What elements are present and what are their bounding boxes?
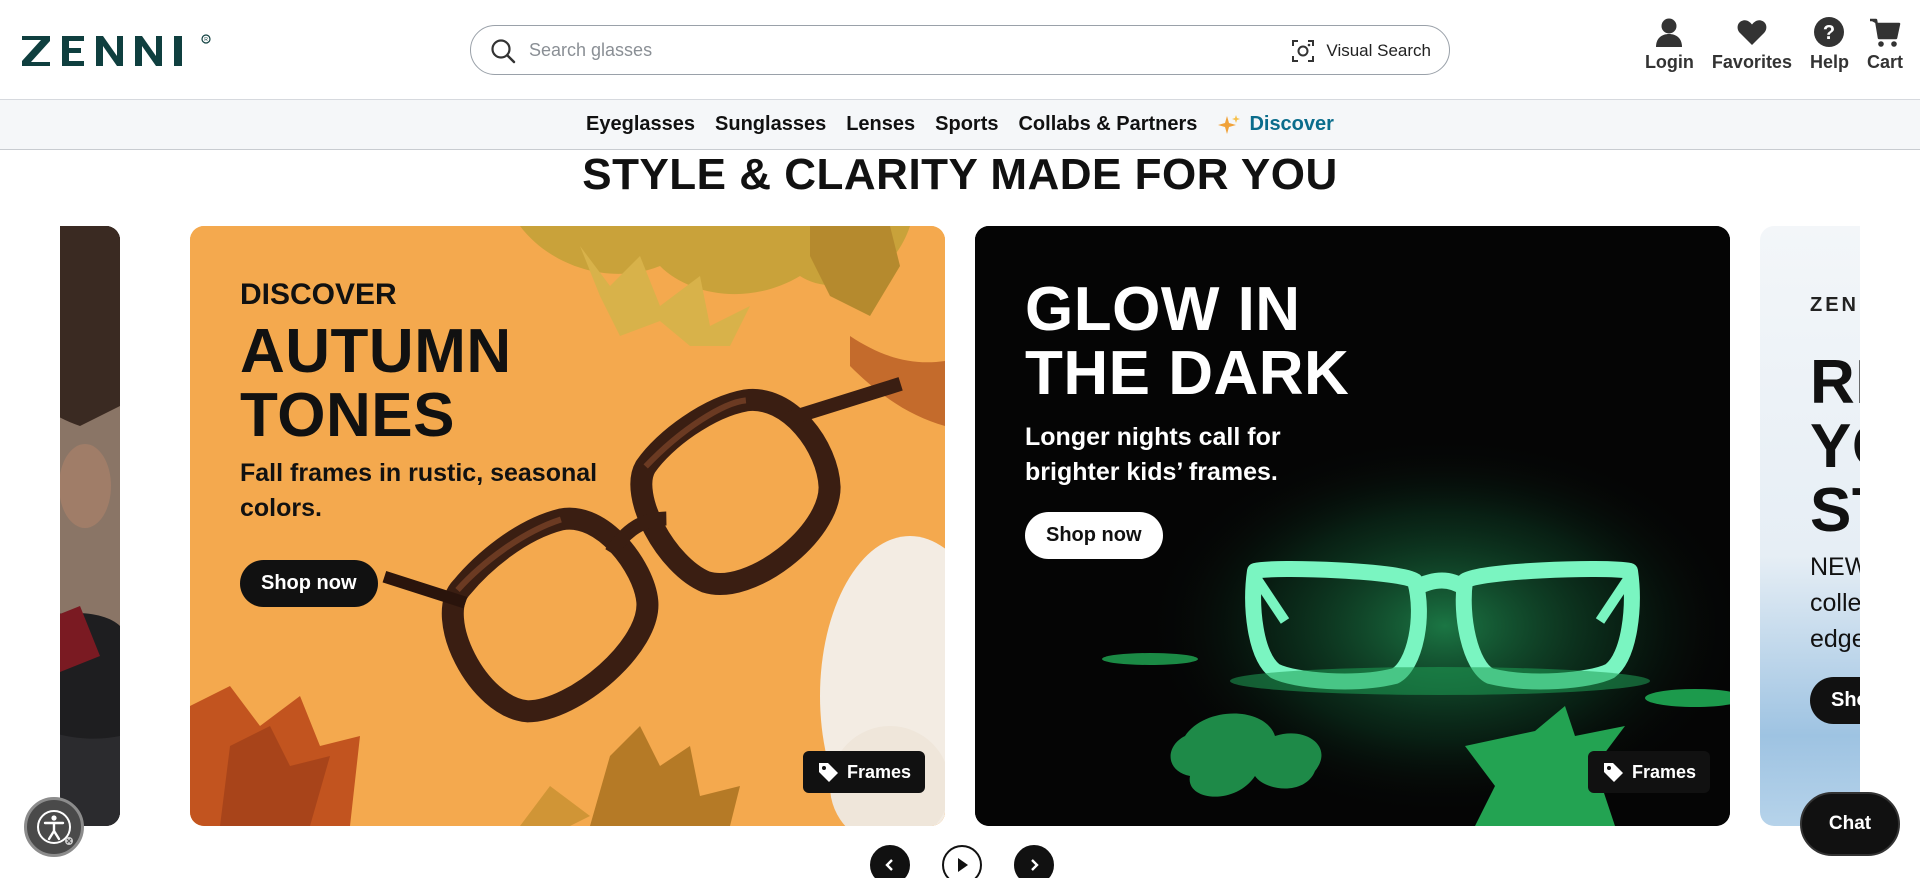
favorites-label: Favorites <box>1711 52 1792 72</box>
autumn-subtitle-line2: colors. <box>240 494 322 522</box>
glow-shop-now-button[interactable]: Shop now <box>1025 512 1163 559</box>
search-icon[interactable] <box>489 37 517 65</box>
carousel-card-previous[interactable] <box>60 226 120 826</box>
visual-search-label: Visual Search <box>1326 41 1431 60</box>
user-icon <box>1656 18 1683 47</box>
next-text-block: RE YO ST NEW colle edge Sho <box>1810 351 1860 724</box>
help-label: Help <box>1809 52 1849 72</box>
accessibility-icon <box>37 810 73 845</box>
nav-discover[interactable]: Discover <box>1217 113 1334 137</box>
autumn-frames-label: Frames <box>847 761 912 782</box>
nav-sports[interactable]: Sports <box>935 113 998 136</box>
sparkle-icon <box>1218 114 1241 134</box>
next-card-brand: ZENNI <box>1810 294 1860 316</box>
autumn-eyebrow: DISCOVER <box>240 278 397 311</box>
glow-subtitle-line2: brighter kids’ frames. <box>1025 458 1278 486</box>
login-button[interactable]: Login <box>1636 16 1703 73</box>
site-header: R Visual Search Login <box>0 0 1920 100</box>
autumn-subtitle-line1: Fall frames in rustic, seasonal <box>240 459 598 487</box>
page-title: STYLE & CLARITY MADE FOR YOU <box>582 150 1338 199</box>
glow-frames-tag[interactable]: Frames <box>1588 751 1711 793</box>
main-nav: Eyeglasses Sunglasses Lenses Sports Coll… <box>0 100 1920 150</box>
next-title-line1: RE <box>1810 348 1860 417</box>
autumn-title-line2: TONES <box>240 381 455 450</box>
accessibility-button[interactable] <box>24 797 84 857</box>
search-input[interactable] <box>529 36 1229 64</box>
cart-label: Cart <box>1866 52 1903 72</box>
autumn-shop-now-button[interactable]: Shop now <box>240 560 378 607</box>
nav-discover-label: Discover <box>1249 113 1334 135</box>
carousel-play-button[interactable] <box>942 845 982 878</box>
cart-button[interactable]: Cart <box>1858 16 1912 73</box>
next-title-line2: YO <box>1810 412 1860 481</box>
glow-title-line1: GLOW IN <box>1025 275 1301 344</box>
glow-title-line2: THE DARK <box>1025 339 1350 408</box>
svg-text:?: ? <box>1823 22 1835 44</box>
cart-icon <box>1869 18 1901 47</box>
carousel-controls <box>870 845 1054 878</box>
nav-sunglasses[interactable]: Sunglasses <box>715 113 826 136</box>
autumn-title-line1: AUTUMN <box>240 317 512 386</box>
carousel-card-next[interactable]: ZENNI RE YO ST NEW colle edge Sho <box>1760 226 1860 826</box>
carousel-card-autumn-tones[interactable]: DISCOVER AUTUMN TONES Fall frames in rus… <box>190 226 945 826</box>
nav-lenses[interactable]: Lenses <box>846 113 915 136</box>
play-icon <box>958 858 968 872</box>
heart-icon <box>1737 20 1767 45</box>
chevron-left-icon <box>885 859 893 871</box>
help-icon: ? <box>1814 17 1845 47</box>
next-subtitle-line3: edge <box>1810 625 1860 653</box>
camera-scan-icon <box>1292 40 1315 62</box>
nav-eyeglasses[interactable]: Eyeglasses <box>586 113 695 136</box>
tag-icon <box>819 763 838 782</box>
glow-frames-label: Frames <box>1632 761 1697 782</box>
chat-button[interactable]: Chat <box>1800 792 1900 856</box>
next-title-line3: ST <box>1810 476 1860 545</box>
tag-icon <box>1604 763 1623 782</box>
search-bar: Visual Search <box>470 25 1450 75</box>
portrait-image <box>60 226 120 826</box>
promo-carousel[interactable]: DISCOVER AUTUMN TONES Fall frames in rus… <box>60 226 1860 826</box>
chevron-right-icon <box>1031 859 1039 871</box>
next-subtitle-line2: colle <box>1810 589 1860 617</box>
carousel-prev-button[interactable] <box>870 845 910 878</box>
login-label: Login <box>1644 52 1694 72</box>
svg-text:R: R <box>204 37 208 43</box>
next-subtitle-line1: NEW <box>1810 553 1860 581</box>
autumn-text-block: DISCOVER AUTUMN TONES Fall frames in rus… <box>240 278 597 607</box>
next-shop-now-button[interactable]: Sho <box>1810 677 1860 724</box>
header-actions: Login Favorites ? Help Cart <box>1636 16 1912 73</box>
glow-text-block: GLOW IN THE DARK Longer nights call for … <box>1025 278 1349 559</box>
favorites-button[interactable]: Favorites <box>1703 16 1801 73</box>
help-button[interactable]: ? Help <box>1801 16 1858 73</box>
nav-collabs-partners[interactable]: Collabs & Partners <box>1018 113 1197 136</box>
visual-search-button[interactable]: Visual Search <box>1290 36 1431 66</box>
autumn-frames-tag[interactable]: Frames <box>803 751 926 793</box>
glow-subtitle-line1: Longer nights call for <box>1025 423 1281 451</box>
zenni-logo[interactable]: R <box>22 34 214 68</box>
carousel-next-button[interactable] <box>1014 845 1054 878</box>
carousel-card-glow-in-the-dark[interactable]: GLOW IN THE DARK Longer nights call for … <box>975 226 1730 826</box>
